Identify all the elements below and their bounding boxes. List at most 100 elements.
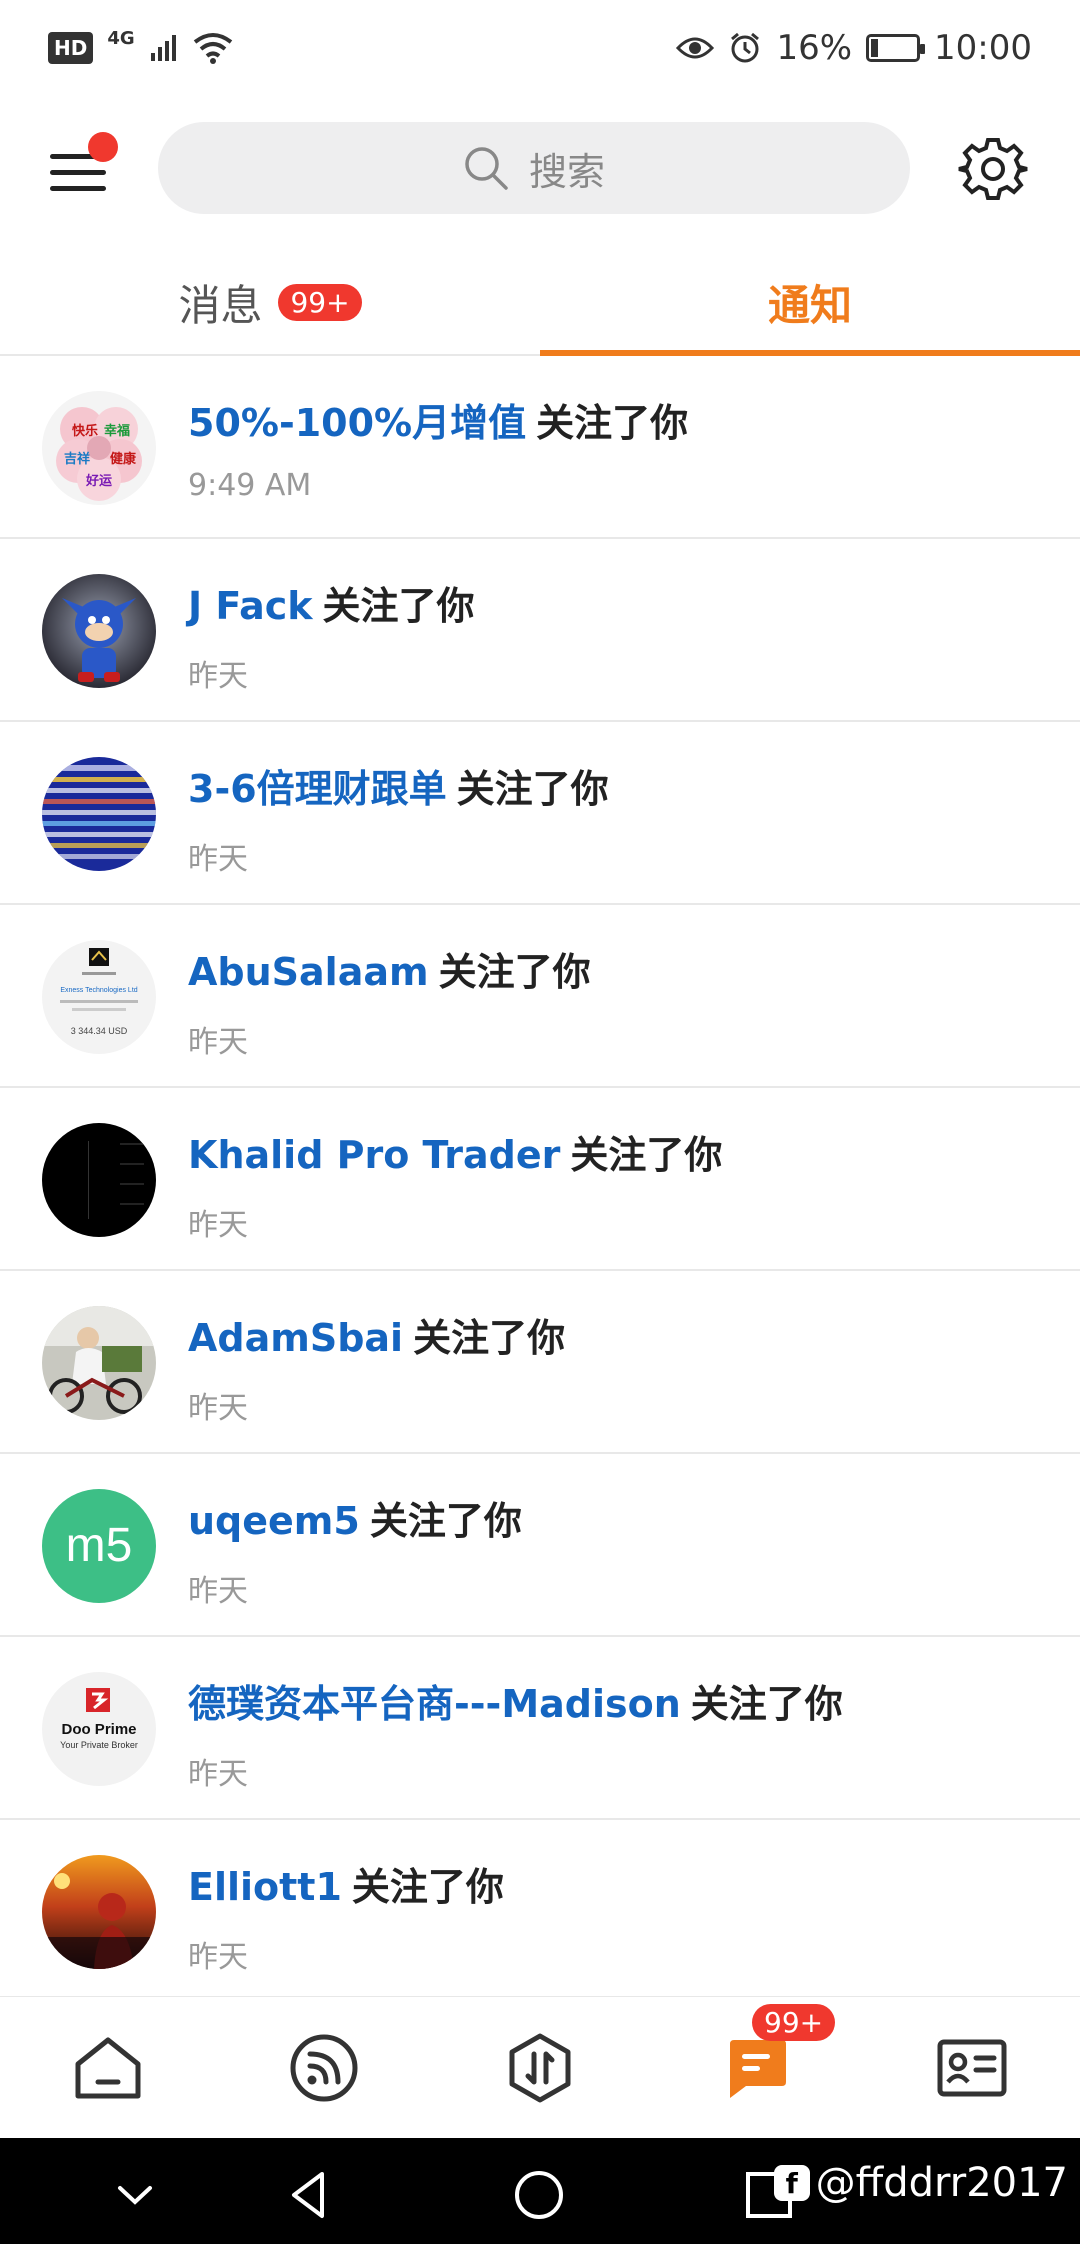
user-name-link[interactable]: 3-6倍理财跟单 xyxy=(188,767,447,811)
notification-time: 昨天 xyxy=(188,659,248,694)
notification-time: 昨天 xyxy=(188,1940,248,1975)
user-name-link[interactable]: Elliott1 xyxy=(188,1865,342,1909)
avatar[interactable] xyxy=(42,1855,156,1969)
list-item[interactable]: Elliott1 关注了你 昨天 xyxy=(0,1820,1080,1996)
tab-messages-label: 消息 xyxy=(178,280,263,330)
notification-action: 关注了你 xyxy=(438,950,591,994)
list-item[interactable]: Exness Technologies Ltd 3 344.34 USD Abu… xyxy=(0,905,1080,1088)
search-placeholder: 搜索 xyxy=(528,149,605,194)
status-left: HD 4G xyxy=(48,28,233,64)
avatar-image xyxy=(42,1123,156,1237)
notification-text: Khalid Pro Trader 关注了你 xyxy=(188,1124,722,1179)
watermark-text: @ffddrr2017 xyxy=(815,2160,1068,2206)
tab-notifications[interactable]: 通知 xyxy=(540,250,1080,356)
top-bar: 搜索 xyxy=(0,120,1080,216)
user-name-link[interactable]: AdamSbai xyxy=(188,1316,403,1360)
avatar-image xyxy=(42,1306,156,1420)
avatar-label: 快乐 xyxy=(72,423,98,438)
list-item[interactable]: 3-6倍理财跟单 关注了你 昨天 xyxy=(0,722,1080,905)
chevron-down-icon[interactable] xyxy=(108,2168,162,2222)
notification-action: 关注了你 xyxy=(570,1133,723,1177)
profile-card-icon xyxy=(937,2039,1007,2096)
notification-text: uqeem5 关注了你 xyxy=(188,1490,522,1545)
avatar-label: 健康 xyxy=(110,451,137,466)
avatar-label: 好运 xyxy=(85,473,112,488)
avatar[interactable] xyxy=(42,1123,156,1237)
notification-time: 昨天 xyxy=(188,1574,248,1609)
user-name-link[interactable]: J Fack xyxy=(188,584,313,628)
network-type: 4G xyxy=(107,27,135,49)
list-item[interactable]: 快乐 幸福 吉祥 健康 好运 50%-100%月增值 关注了你 9:49 AM xyxy=(0,356,1080,539)
avatar-label: 3 344.34 USD xyxy=(71,1026,128,1036)
list-item[interactable]: m5 uqeem5 关注了你 昨天 xyxy=(0,1454,1080,1637)
menu-icon-line xyxy=(50,170,106,175)
unread-dot xyxy=(88,132,118,162)
hd-indicator: HD xyxy=(48,32,94,64)
battery-icon xyxy=(866,34,926,62)
notification-list: 快乐 幸福 吉祥 健康 好运 50%-100%月增值关注了你 9:49 AM xyxy=(0,356,1080,1996)
user-name-link[interactable]: AbuSalaam xyxy=(188,950,429,994)
search-input[interactable]: 搜索 xyxy=(158,122,910,214)
system-nav-bar: f @ffddrr2017 xyxy=(0,2138,1080,2244)
tab-messages[interactable]: 消息 99+ xyxy=(0,250,540,354)
avatar-label: Doo Prime xyxy=(61,1721,136,1738)
notification-action: 关注了你 xyxy=(536,401,689,445)
user-name-link[interactable]: 德璞资本平台商---Madison xyxy=(188,1682,681,1726)
avatar[interactable] xyxy=(42,757,156,871)
watermark: f @ffddrr2017 xyxy=(773,2160,1068,2206)
notification-time: 昨天 xyxy=(188,842,248,877)
tab-notifications-label: 通知 xyxy=(767,280,852,330)
search-icon xyxy=(465,147,508,190)
menu-icon-line xyxy=(50,186,106,191)
avatar-initials: m5 xyxy=(66,1519,133,1572)
facebook-icon: f xyxy=(773,2165,810,2201)
list-item[interactable]: J Fack 关注了你 昨天 xyxy=(0,539,1080,722)
clock: 10:00 xyxy=(934,28,1032,68)
notification-text: AbuSalaam 关注了你 xyxy=(188,941,591,996)
nav-profile[interactable] xyxy=(922,2018,1022,2118)
nav-messages[interactable]: 99+ xyxy=(706,2003,836,2118)
initials-avatar: m5 xyxy=(42,1489,156,1603)
menu-button[interactable] xyxy=(46,132,118,202)
flower-avatar-image: 快乐 幸福 吉祥 健康 好运 xyxy=(42,391,156,505)
notification-text: Elliott1 关注了你 xyxy=(188,1856,504,1911)
notification-text: AdamSbai 关注了你 xyxy=(188,1307,565,1362)
notification-text: J Fack 关注了你 xyxy=(188,575,475,630)
notification-action: 关注了你 xyxy=(351,1865,504,1909)
gear-icon[interactable] xyxy=(958,134,1028,204)
back-icon[interactable] xyxy=(282,2168,336,2222)
messages-badge: 99+ xyxy=(752,2003,836,2041)
notification-time: 昨天 xyxy=(188,1025,248,1060)
signal-icon xyxy=(150,35,176,61)
list-item[interactable]: Doo Prime Your Private Broker 德璞资本平台商---… xyxy=(0,1637,1080,1820)
avatar-label: 幸福 xyxy=(104,423,130,438)
avatar[interactable]: Doo Prime Your Private Broker xyxy=(42,1672,156,1786)
nav-feed[interactable] xyxy=(274,2018,374,2118)
avatar[interactable]: Exness Technologies Ltd 3 344.34 USD xyxy=(42,940,156,1054)
home-circle-icon[interactable] xyxy=(512,2168,566,2222)
user-name-link[interactable]: uqeem5 xyxy=(188,1499,360,1543)
bottom-nav: 99+ xyxy=(0,1996,1080,2138)
avatar-image xyxy=(42,574,156,688)
feed-icon xyxy=(290,2034,358,2101)
home-icon xyxy=(75,2037,141,2098)
avatar[interactable]: m5 xyxy=(42,1489,156,1603)
eye-icon xyxy=(676,37,715,59)
nav-home[interactable] xyxy=(58,2018,158,2118)
user-name-link[interactable]: Khalid Pro Trader xyxy=(188,1133,560,1177)
notification-action: 关注了你 xyxy=(413,1316,566,1360)
user-name-link[interactable]: 50%-100%月增值 xyxy=(188,401,526,445)
wifi-icon xyxy=(193,33,232,64)
nav-trade[interactable] xyxy=(490,2018,590,2118)
avatar[interactable] xyxy=(42,1306,156,1420)
tab-messages-badge: 99+ xyxy=(278,283,362,321)
list-item[interactable]: Khalid Pro Trader 关注了你 昨天 xyxy=(0,1088,1080,1271)
avatar-image xyxy=(42,757,156,871)
trade-icon xyxy=(509,2033,571,2102)
notification-time: 9:49 AM xyxy=(188,468,312,503)
avatar[interactable]: 快乐 幸福 吉祥 健康 好运 xyxy=(42,391,156,505)
avatar-label: Exness Technologies Ltd xyxy=(60,987,137,994)
avatar[interactable] xyxy=(42,574,156,688)
list-item[interactable]: AdamSbai 关注了你 昨天 xyxy=(0,1271,1080,1454)
notification-action: 关注了你 xyxy=(322,584,475,628)
